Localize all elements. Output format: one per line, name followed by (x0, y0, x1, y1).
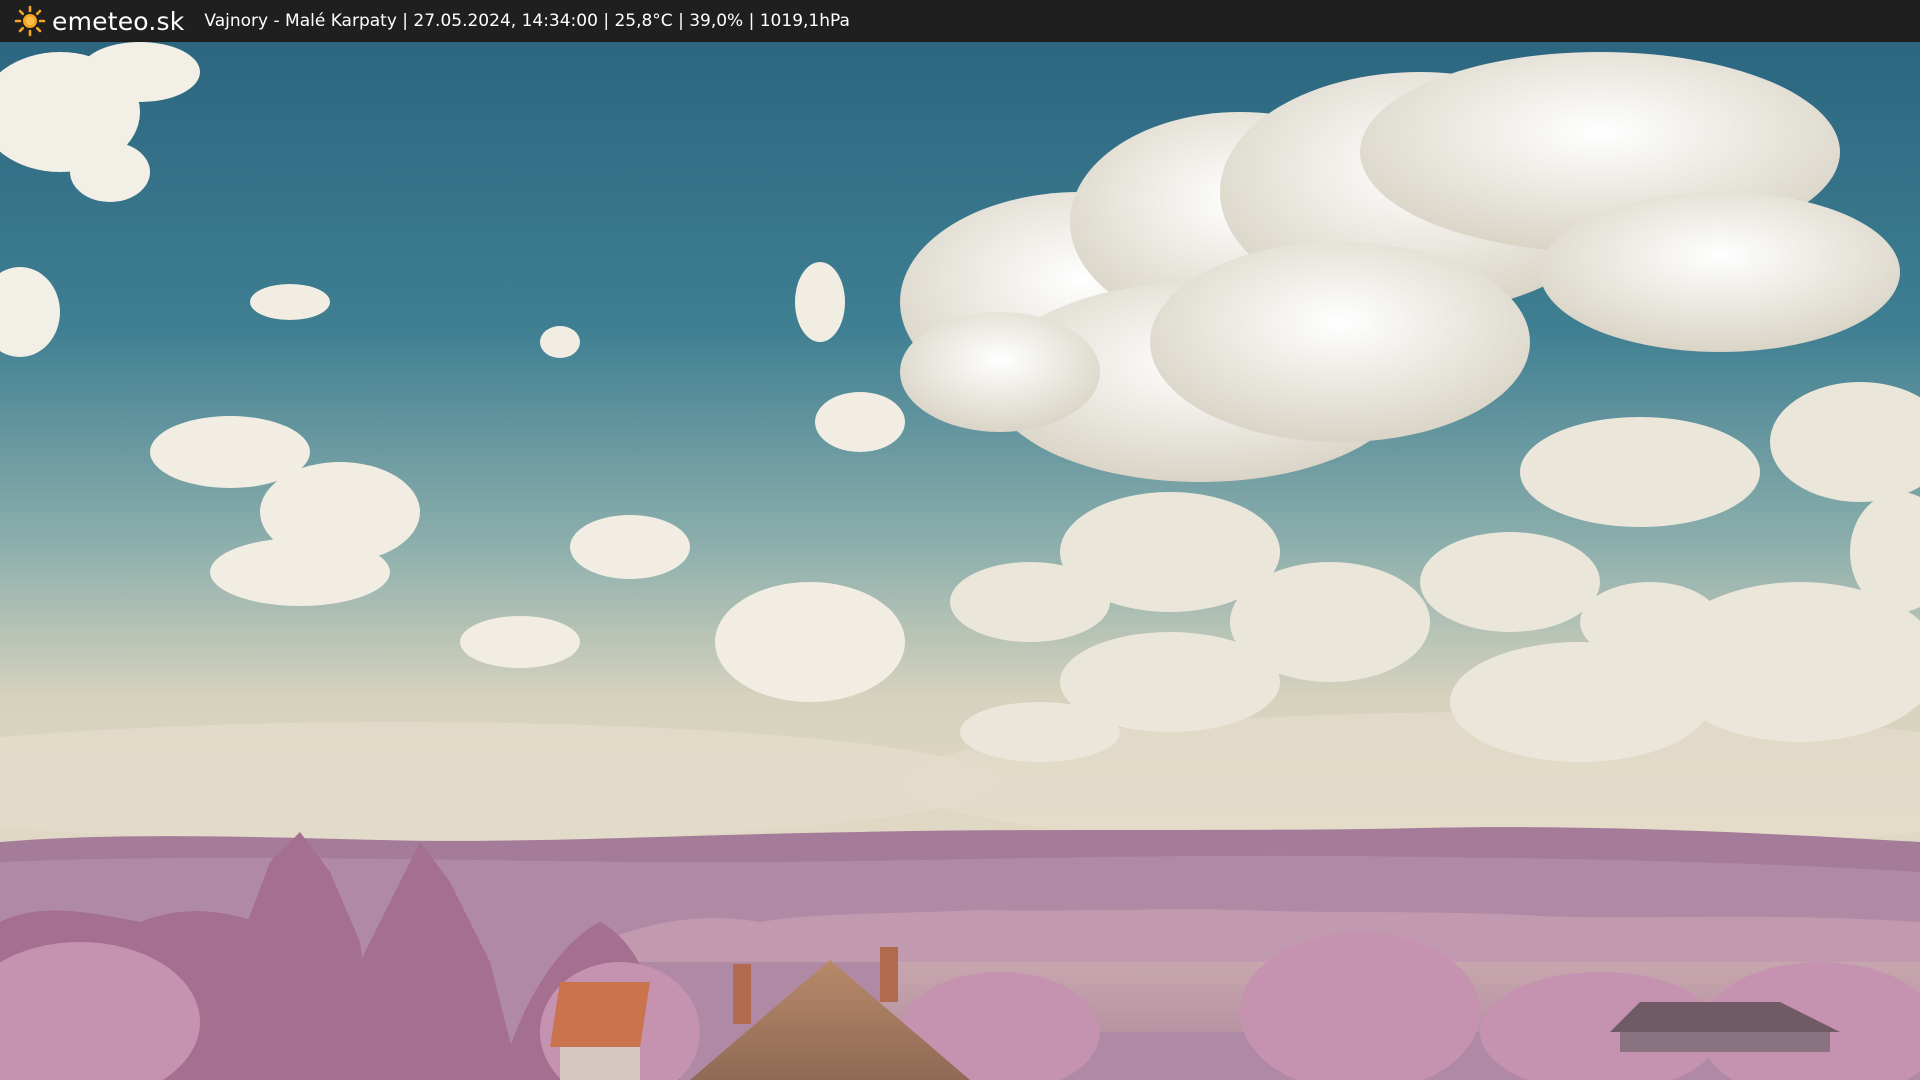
site-logo[interactable]: emeteo.sk (14, 5, 184, 37)
site-name: emeteo.sk (52, 6, 185, 36)
sun-icon (14, 5, 46, 37)
webcam-image (0, 42, 1920, 1080)
weather-caption: Vajnory - Malé Karpaty | 27.05.2024, 14:… (204, 11, 850, 31)
webcam-frame: emeteo.sk Vajnory - Malé Karpaty | 27.05… (0, 0, 1920, 1080)
caption-bar: emeteo.sk Vajnory - Malé Karpaty | 27.05… (0, 0, 1920, 42)
webcam-landscape-image (0, 42, 1920, 1080)
